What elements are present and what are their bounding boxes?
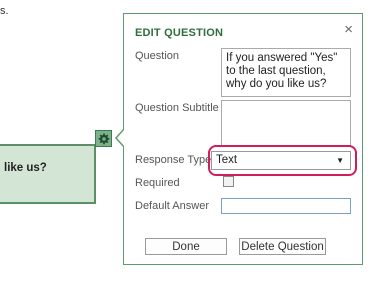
response-type-value: Text bbox=[216, 154, 238, 166]
edit-question-dialog: EDIT QUESTION × Question If you answered… bbox=[123, 13, 363, 265]
question-label: Question bbox=[135, 50, 180, 62]
close-icon[interactable]: × bbox=[344, 22, 353, 37]
chevron-down-icon: ▼ bbox=[336, 156, 344, 165]
question-card-text: like us? bbox=[4, 162, 47, 174]
gear-icon bbox=[98, 133, 110, 145]
background-partial-text: s. bbox=[0, 5, 9, 17]
dialog-title: EDIT QUESTION bbox=[135, 27, 224, 39]
dialog-pointer-fill bbox=[117, 129, 125, 147]
response-type-select[interactable]: Text ▼ bbox=[211, 151, 351, 170]
question-subtitle-label: Question Subtitle bbox=[135, 102, 219, 114]
default-answer-label: Default Answer bbox=[135, 200, 209, 212]
delete-question-button[interactable]: Delete Question bbox=[239, 238, 326, 255]
question-subtitle-textarea[interactable] bbox=[221, 100, 351, 146]
default-answer-input[interactable] bbox=[221, 198, 351, 214]
required-label: Required bbox=[135, 177, 180, 189]
response-type-label: Response Type bbox=[135, 154, 212, 166]
required-checkbox[interactable] bbox=[223, 176, 234, 187]
question-card[interactable]: like us? bbox=[0, 144, 96, 204]
question-settings-button[interactable] bbox=[95, 130, 112, 147]
question-textarea[interactable]: If you answered "Yes" to the last questi… bbox=[221, 48, 351, 97]
done-button[interactable]: Done bbox=[145, 238, 227, 255]
